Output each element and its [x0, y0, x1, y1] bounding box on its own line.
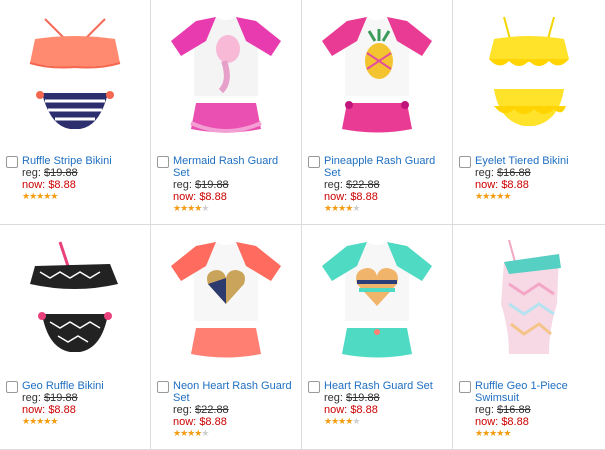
- star-rating: ★★★★★: [22, 191, 146, 202]
- star-rating: ★★★★★: [324, 416, 448, 427]
- product-image[interactable]: [302, 6, 452, 146]
- rash-guard-pineapple-icon: [322, 17, 432, 133]
- product-card: Neon Heart Rash Guard Set reg: $22.88 no…: [151, 225, 302, 450]
- product-image[interactable]: [151, 231, 301, 371]
- star-icon: ★: [352, 203, 360, 213]
- compare-checkbox[interactable]: [308, 156, 320, 168]
- sale-price: now: $8.88: [22, 404, 76, 416]
- product-card: Mermaid Rash Guard Set reg: $19.88 now: …: [151, 0, 302, 225]
- product-image[interactable]: [0, 231, 150, 371]
- one-piece-geo-icon: [501, 239, 561, 354]
- product-image[interactable]: [453, 231, 605, 371]
- rash-guard-pink-icon: [171, 17, 281, 133]
- sale-price: now: $8.88: [173, 416, 227, 428]
- star-rating: ★★★★★: [173, 428, 297, 439]
- product-title-link[interactable]: Mermaid Rash Guard Set: [173, 155, 297, 179]
- star-icon: ★: [503, 428, 511, 438]
- regular-price: reg: $19.88: [22, 167, 78, 179]
- product-card: Pineapple Rash Guard Set reg: $22.88 now…: [302, 0, 453, 225]
- product-image[interactable]: [151, 6, 301, 146]
- sale-price: now: $8.88: [173, 191, 227, 203]
- compare-checkbox[interactable]: [6, 381, 18, 393]
- bikini-ruffle-coral-icon: [29, 18, 121, 129]
- sale-price: now: $8.88: [324, 404, 378, 416]
- star-rating: ★★★★★: [475, 191, 601, 202]
- star-icon: ★: [50, 191, 58, 201]
- compare-checkbox[interactable]: [157, 156, 169, 168]
- product-title-link[interactable]: Heart Rash Guard Set: [324, 380, 448, 392]
- compare-checkbox[interactable]: [157, 381, 169, 393]
- product-card: Geo Ruffle Bikini reg: $19.88 now: $8.88…: [0, 225, 151, 450]
- regular-price: reg: $19.88: [22, 392, 78, 404]
- regular-price: reg: $22.88: [173, 404, 229, 416]
- sale-price: now: $8.88: [475, 416, 529, 428]
- product-title-link[interactable]: Neon Heart Rash Guard Set: [173, 380, 297, 404]
- star-icon: ★: [201, 203, 209, 213]
- product-image[interactable]: [0, 6, 150, 146]
- regular-price: reg: $19.88: [173, 179, 229, 191]
- product-image[interactable]: [453, 6, 605, 146]
- product-card: Ruffle Geo 1-Piece Swimsuit reg: $16.88 …: [453, 225, 605, 450]
- star-rating: ★★★★★: [324, 203, 448, 214]
- sale-price: now: $8.88: [22, 179, 76, 191]
- compare-checkbox[interactable]: [459, 156, 471, 168]
- star-icon: ★: [50, 416, 58, 426]
- sale-price: now: $8.88: [475, 179, 529, 191]
- product-title-link[interactable]: Eyelet Tiered Bikini: [475, 155, 601, 167]
- rash-guard-neon-heart-icon: [171, 242, 281, 358]
- regular-price: reg: $16.88: [475, 404, 531, 416]
- star-icon: ★: [201, 428, 209, 438]
- compare-checkbox[interactable]: [6, 156, 18, 168]
- product-card: Heart Rash Guard Set reg: $19.88 now: $8…: [302, 225, 453, 450]
- regular-price: reg: $22.88: [324, 179, 380, 191]
- product-card: Eyelet Tiered Bikini reg: $16.88 now: $8…: [453, 0, 605, 225]
- rash-guard-mint-heart-icon: [322, 242, 432, 358]
- product-title-link[interactable]: Ruffle Geo 1-Piece Swimsuit: [475, 380, 601, 404]
- star-icon: ★: [503, 191, 511, 201]
- compare-checkbox[interactable]: [308, 381, 320, 393]
- bikini-geo-black-icon: [30, 241, 118, 352]
- star-rating: ★★★★★: [173, 203, 297, 214]
- regular-price: reg: $19.88: [324, 392, 380, 404]
- star-rating: ★★★★★: [22, 416, 146, 427]
- bikini-yellow-icon: [489, 16, 569, 126]
- product-grid: Ruffle Stripe Bikini reg: $19.88 now: $8…: [0, 0, 605, 450]
- product-title-link[interactable]: Geo Ruffle Bikini: [22, 380, 146, 392]
- product-title-link[interactable]: Ruffle Stripe Bikini: [22, 155, 146, 167]
- product-card: Ruffle Stripe Bikini reg: $19.88 now: $8…: [0, 0, 151, 225]
- product-image[interactable]: [302, 231, 452, 371]
- regular-price: reg: $16.88: [475, 167, 531, 179]
- compare-checkbox[interactable]: [459, 381, 471, 393]
- star-rating: ★★★★★: [475, 428, 601, 439]
- sale-price: now: $8.88: [324, 191, 378, 203]
- star-icon: ★: [352, 416, 360, 426]
- product-title-link[interactable]: Pineapple Rash Guard Set: [324, 155, 448, 179]
